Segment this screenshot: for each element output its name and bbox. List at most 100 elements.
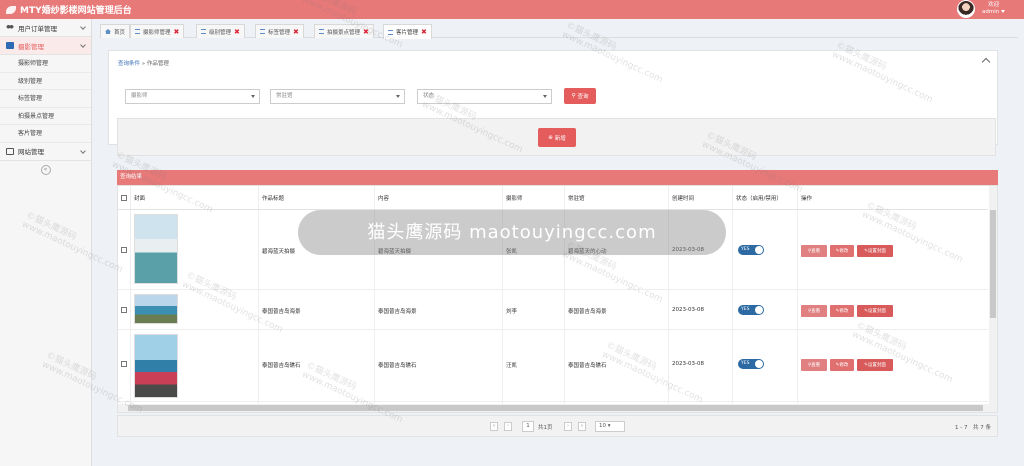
- first-page-button[interactable]: «: [490, 422, 498, 431]
- toggle-label: YES: [741, 247, 750, 252]
- edit-button-label: 修改: [839, 363, 849, 368]
- edit-button[interactable]: ✎ 修改: [830, 359, 854, 371]
- sidebar-group-orders[interactable]: 用户订单管理: [0, 19, 91, 37]
- tab-tags[interactable]: 标签管理 ✖: [255, 24, 304, 38]
- toggle-knob: [755, 246, 763, 254]
- page-size-value: 10: [599, 423, 606, 429]
- photographer-select[interactable]: 摄影师: [125, 89, 260, 104]
- status-toggle[interactable]: YES: [738, 359, 764, 369]
- table-header: 封面 作品标题 内容 摄影师 常驻馆 创建时间 状态（启用/禁用） 操作: [118, 186, 988, 210]
- sidebar-group-label: 网站管理: [18, 148, 44, 157]
- tab-photographers[interactable]: 摄影师管理 ✖: [130, 24, 185, 38]
- tab-label: 标签管理: [268, 29, 291, 36]
- user-menu[interactable]: 欢迎 admin: [982, 2, 1006, 16]
- photographer: 汪凯: [506, 363, 518, 369]
- horizontal-scrollbar[interactable]: [118, 404, 997, 412]
- chevron-up-icon[interactable]: [981, 57, 991, 67]
- caret-down-icon: [251, 95, 255, 98]
- sliders-icon: [388, 29, 393, 35]
- created-date: 2023-03-08: [672, 361, 704, 367]
- sidebar-item-tags[interactable]: 标签管理: [0, 90, 91, 108]
- select-all-checkbox[interactable]: [121, 195, 127, 201]
- prev-page-button[interactable]: ‹: [504, 422, 512, 431]
- status-select[interactable]: 状态: [417, 89, 552, 104]
- column-header[interactable]: 创建时间: [672, 194, 694, 202]
- tab-label: 客片管理: [396, 30, 419, 36]
- status-toggle[interactable]: YES: [738, 245, 764, 255]
- chevron-down-icon: [80, 148, 86, 154]
- sidebar-item-client-photos[interactable]: 客片管理: [0, 125, 91, 143]
- sidebar-item-photographers[interactable]: 摄影师管理: [0, 55, 91, 73]
- action-panel: ⊕ 新增: [117, 118, 996, 156]
- close-icon[interactable]: ✖: [421, 28, 427, 36]
- breadcrumb: 查询条件 » 作品管理: [118, 59, 169, 67]
- row-checkbox[interactable]: [121, 247, 127, 253]
- set-cover-button[interactable]: ✎ 设置封面: [857, 359, 893, 371]
- chevron-down-icon: [80, 24, 86, 30]
- view-button[interactable]: ⚲ 查看: [801, 245, 827, 257]
- sidebar-item-locations[interactable]: 拍摄景点管理: [0, 108, 91, 126]
- column-header[interactable]: 封面: [134, 194, 145, 202]
- plus-circle-icon: ⊕: [548, 134, 553, 141]
- edit-button[interactable]: ✎ 修改: [830, 305, 854, 317]
- search-button[interactable]: ⚲ 查询: [564, 88, 596, 104]
- venue-select[interactable]: 常驻馆: [270, 89, 405, 104]
- close-icon[interactable]: ✖: [174, 28, 180, 36]
- view-button-label: 查看: [811, 249, 821, 254]
- venue: 泰国普吉岛礁石: [568, 363, 607, 369]
- cover-image: [134, 214, 178, 284]
- select-value: 摄影师: [131, 93, 148, 99]
- column-header[interactable]: 内容: [378, 194, 389, 202]
- close-icon[interactable]: ✖: [363, 28, 369, 36]
- leaf-icon: [6, 5, 16, 14]
- column-header[interactable]: 常驻馆: [568, 194, 585, 202]
- last-page-button[interactable]: »: [578, 422, 586, 431]
- close-icon[interactable]: ✖: [234, 28, 240, 36]
- tab-bar: 首页 摄影师管理 ✖ 级别管理 ✖ 标签管理 ✖ 拍摄景点管理 ✖ 客片管理 ✖: [100, 22, 1018, 39]
- row-checkbox[interactable]: [121, 361, 127, 367]
- results-header: 查询结果: [117, 170, 998, 185]
- page-input[interactable]: 1: [522, 421, 534, 432]
- column-header[interactable]: 作品标题: [262, 194, 284, 202]
- tab-locations[interactable]: 拍摄景点管理 ✖: [314, 24, 374, 38]
- view-button-label: 查看: [811, 309, 821, 314]
- scrollbar-thumb[interactable]: [990, 210, 996, 318]
- tab-client-photos[interactable]: 客片管理 ✖: [383, 24, 432, 39]
- sidebar-group-label: 摄影管理: [18, 42, 44, 51]
- avatar[interactable]: [957, 0, 975, 18]
- total-pages: 共1页: [538, 425, 553, 431]
- row-checkbox[interactable]: [121, 307, 127, 313]
- scrollbar-thumb[interactable]: [128, 405, 983, 411]
- tab-levels[interactable]: 级别管理 ✖: [196, 24, 245, 38]
- collapse-sidebar-icon[interactable]: «: [40, 164, 51, 175]
- page-size-select[interactable]: 10 ▾: [595, 421, 625, 432]
- column-header[interactable]: 摄影师: [506, 194, 523, 202]
- column-header[interactable]: 操作: [801, 194, 812, 202]
- set-cover-button[interactable]: ✎ 设置封面: [857, 305, 893, 317]
- column-header[interactable]: 状态（启用/禁用）: [736, 194, 782, 202]
- tab-label: 首页: [114, 29, 126, 36]
- status-toggle[interactable]: YES: [738, 305, 764, 315]
- tab-label: 拍摄景点管理: [327, 29, 361, 36]
- sidebar-item-levels[interactable]: 级别管理: [0, 73, 91, 91]
- select-value: 常驻馆: [276, 93, 293, 99]
- sidebar-group-photography[interactable]: 摄影管理: [0, 37, 91, 55]
- next-page-button[interactable]: ›: [564, 422, 572, 431]
- top-bar: MTY婚纱影楼网站管理后台 欢迎 admin: [0, 0, 1024, 19]
- close-icon[interactable]: ✖: [293, 28, 299, 36]
- username: admin: [982, 9, 1000, 15]
- breadcrumb-link[interactable]: 查询条件: [118, 61, 140, 67]
- add-button[interactable]: ⊕ 新增: [538, 128, 576, 147]
- sidebar-group-website[interactable]: 网站管理: [0, 143, 91, 161]
- search-icon: ⚲: [571, 93, 576, 99]
- tab-home[interactable]: 首页: [100, 24, 131, 38]
- toggle-label: YES: [741, 307, 750, 312]
- edit-button[interactable]: ✎ 修改: [830, 245, 854, 257]
- view-button[interactable]: ⚲ 查看: [801, 359, 827, 371]
- set-cover-button-label: 设置封面: [867, 309, 886, 314]
- vertical-scrollbar[interactable]: [989, 186, 997, 406]
- set-cover-button[interactable]: ✎ 设置封面: [857, 245, 893, 257]
- view-button-label: 查看: [811, 363, 821, 368]
- view-button[interactable]: ⚲ 查看: [801, 305, 827, 317]
- tab-label: 级别管理: [209, 29, 232, 36]
